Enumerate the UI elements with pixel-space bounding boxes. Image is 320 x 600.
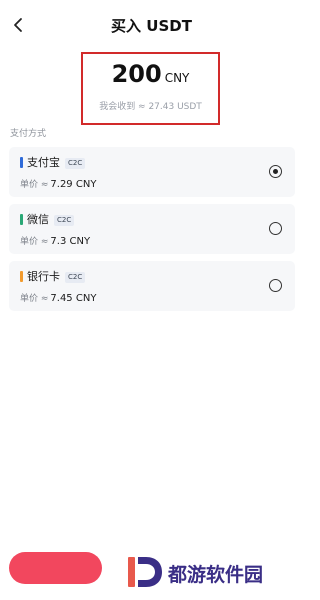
payment-option-wechat[interactable]: 微信 C2C 单价 ≈7.3 CNY [9,204,295,254]
amount-currency: CNY [164,71,190,85]
price-value: 7.45 CNY [50,293,97,304]
price-value: 7.29 CNY [50,179,97,190]
payment-section-label: 支付方式 [10,129,47,139]
payment-name: 银行卡 [27,270,60,283]
watermark-text: 都游软件园 [168,564,264,586]
amount-line: 200 CNY [83,60,218,88]
watermark: 都游软件园 [126,551,296,591]
watermark-logo-icon [128,557,162,587]
radio-selected-dot [272,168,278,174]
payment-name-row: 银行卡 C2C [27,268,86,284]
price-value: 7.3 CNY [50,236,91,247]
amount-summary: 200 CNY 我会收到 ≈ 27.43 USDT [81,52,220,125]
c2c-badge: C2C [65,158,86,169]
payment-option-alipay[interactable]: 支付宝 C2C 单价 ≈7.29 CNY [9,147,295,197]
buy-button[interactable] [9,552,102,584]
payment-name-row: 支付宝 C2C [27,154,86,170]
accent-bar [20,271,23,282]
accent-bar [20,157,23,168]
page-title: 买入 USDT [111,17,192,35]
radio-button[interactable] [269,279,282,292]
radio-button[interactable] [269,165,282,178]
price-label: 单价 ≈ [20,180,49,190]
unit-price: 单价 ≈7.45 CNY [20,291,96,304]
c2c-badge: C2C [65,272,86,283]
payment-name: 微信 [27,213,49,226]
header: 买入 USDT [0,0,303,50]
unit-price: 单价 ≈7.29 CNY [20,177,96,190]
payment-name-row: 微信 C2C [27,211,75,227]
c2c-badge: C2C [54,215,75,226]
receive-estimate: 我会收到 ≈ 27.43 USDT [99,102,202,112]
unit-price: 单价 ≈7.3 CNY [20,234,90,247]
payment-option-bank-card[interactable]: 银行卡 C2C 单价 ≈7.45 CNY [9,261,295,311]
payment-name: 支付宝 [27,156,60,169]
radio-button[interactable] [269,222,282,235]
accent-bar [20,214,23,225]
price-label: 单价 ≈ [20,294,49,304]
price-label: 单价 ≈ [20,237,49,247]
amount-value: 200 [111,60,162,88]
